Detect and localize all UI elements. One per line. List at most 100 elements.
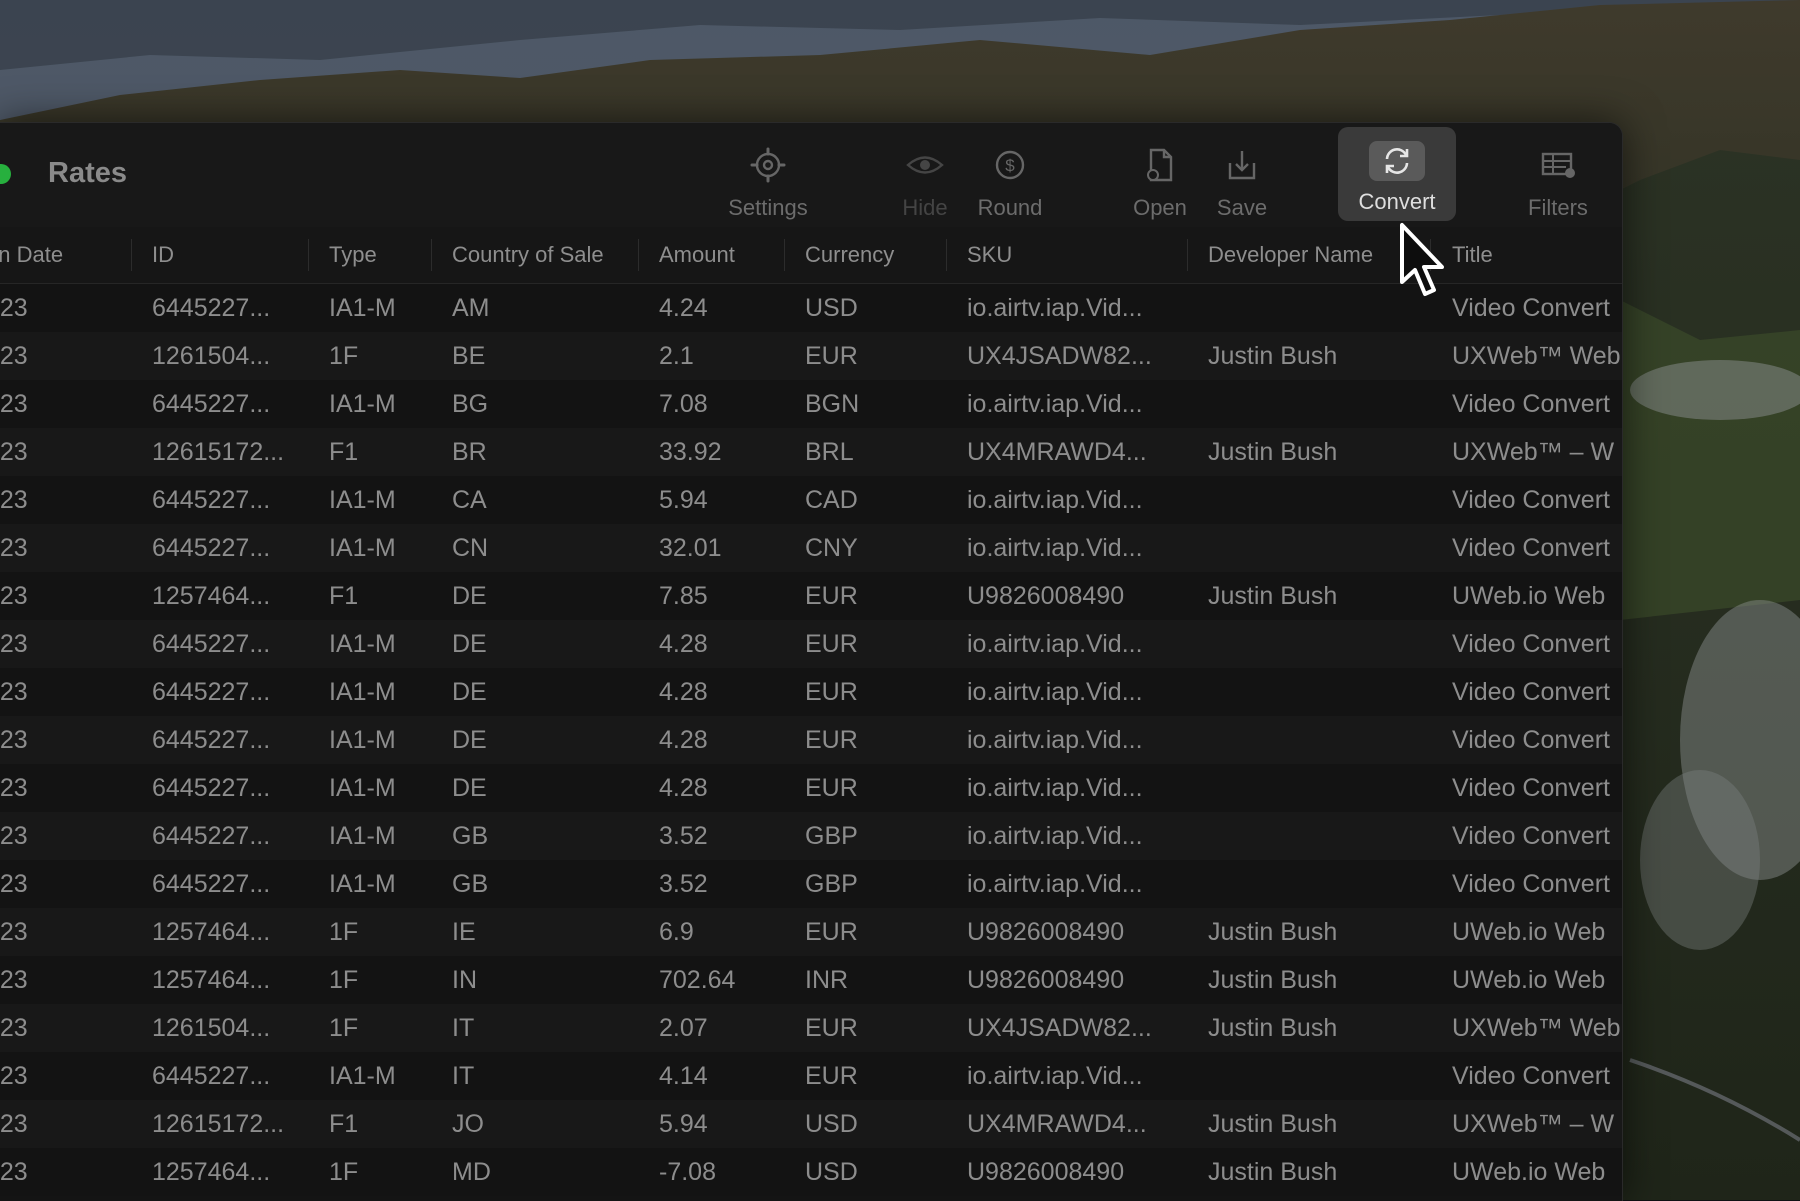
cell-type: IA1-M bbox=[329, 294, 396, 322]
cell-currency: EUR bbox=[805, 918, 858, 946]
cell-amount: 2.1 bbox=[659, 342, 694, 370]
cell-date: 023 bbox=[0, 1062, 28, 1090]
cell-country: AM bbox=[452, 294, 490, 322]
cell-id: 1257464... bbox=[152, 966, 271, 994]
cell-amount: 7.08 bbox=[659, 390, 708, 418]
table-row[interactable]: 023 1261504... 1F BE 2.1 EUR UX4JSADW82... Just… bbox=[0, 332, 1622, 380]
cell-title: Video Convert bbox=[1452, 774, 1610, 802]
open-button[interactable]: Open bbox=[1128, 127, 1192, 221]
cell-id: 6445227... bbox=[152, 630, 271, 658]
table-row[interactable]: 023 12615172... F1 BR 33.92 BRL UX4MRAWD4... Ju… bbox=[0, 428, 1622, 476]
cell-amount: 4.28 bbox=[659, 774, 708, 802]
cell-type: 1F bbox=[329, 342, 359, 370]
cell-amount: 3.52 bbox=[659, 870, 708, 898]
table-row[interactable]: 023 6445227... IA1-M GB 3.52 GBP io.airtv.iap.… bbox=[0, 812, 1622, 860]
cell-date: 023 bbox=[0, 630, 28, 658]
column-header-id[interactable]: ID bbox=[152, 227, 302, 283]
cell-type: IA1-M bbox=[329, 870, 396, 898]
cell-type: 1F bbox=[329, 1158, 359, 1186]
cell-id: 6445227... bbox=[152, 678, 271, 706]
table-row[interactable]: 023 6445227... IA1-M IT 4.14 EUR io.airtv.iap.… bbox=[0, 1052, 1622, 1100]
cell-currency: GBP bbox=[805, 822, 858, 850]
table-row[interactable]: 023 6445227... IA1-M GB 3.52 GBP io.airtv.iap.… bbox=[0, 860, 1622, 908]
cell-country: IE bbox=[452, 918, 476, 946]
column-divider[interactable] bbox=[308, 239, 309, 271]
column-divider[interactable] bbox=[431, 239, 432, 271]
column-header-title[interactable]: Title bbox=[1452, 227, 1622, 283]
cell-type: IA1-M bbox=[329, 534, 396, 562]
cell-date: 023 bbox=[0, 726, 28, 754]
cell-country: DE bbox=[452, 774, 487, 802]
table-row[interactable]: 023 6445227... IA1-M DE 4.28 EUR io.airtv.iap.… bbox=[0, 620, 1622, 668]
cell-id: 6445227... bbox=[152, 390, 271, 418]
column-divider[interactable] bbox=[946, 239, 947, 271]
cell-amount: 2.07 bbox=[659, 1014, 708, 1042]
cell-title: Video Convert bbox=[1452, 1062, 1610, 1090]
cell-amount: -7.08 bbox=[659, 1158, 716, 1186]
cell-title: UWeb.io Web bbox=[1452, 1158, 1606, 1186]
cell-currency: EUR bbox=[805, 630, 858, 658]
settings-button[interactable]: Settings bbox=[718, 127, 818, 221]
cell-currency: INR bbox=[805, 966, 849, 994]
cell-type: F1 bbox=[329, 1110, 359, 1138]
cell-type: IA1-M bbox=[329, 774, 396, 802]
toolbar: Rates Settings Hide $ Round Open Save Co… bbox=[0, 123, 1622, 228]
cell-developer-name bbox=[1208, 812, 1428, 860]
table-row[interactable]: 023 1257464... 1F IE 6.9 EUR U9826008490 Justin… bbox=[0, 908, 1622, 956]
column-header-amount[interactable]: Amount bbox=[659, 227, 789, 283]
table-row[interactable]: 023 12615172... F1 JO 5.94 USD UX4MRAWD4... Jus… bbox=[0, 1100, 1622, 1148]
table-row[interactable]: 023 6445227... IA1-M CN 32.01 CNY io.airtv.iap… bbox=[0, 524, 1622, 572]
cell-country: DE bbox=[452, 726, 487, 754]
cell-type: IA1-M bbox=[329, 390, 396, 418]
table-row[interactable]: 023 6445227... IA1-M CA 5.94 CAD io.airtv.iap.… bbox=[0, 476, 1622, 524]
column-header-type[interactable]: Type bbox=[329, 227, 429, 283]
table-row[interactable]: 023 1261504... 1F IT 2.07 EUR UX4JSADW82... Jus… bbox=[0, 1004, 1622, 1052]
cell-currency: USD bbox=[805, 1158, 858, 1186]
table-row[interactable]: 023 6445227... IA1-M DE 4.28 EUR io.airtv.iap.… bbox=[0, 716, 1622, 764]
column-divider[interactable] bbox=[131, 239, 132, 271]
cell-sku: U9826008490 bbox=[967, 918, 1125, 946]
cell-sku: U9826008490 bbox=[967, 582, 1125, 610]
cell-sku: U9826008490 bbox=[967, 966, 1125, 994]
cell-date: 023 bbox=[0, 1110, 28, 1138]
column-header-sku[interactable]: SKU bbox=[967, 227, 1187, 283]
column-divider[interactable] bbox=[784, 239, 785, 271]
table-row[interactable]: 023 6445227... IA1-M AM 4.24 USD io.airtv.iap.… bbox=[0, 284, 1622, 332]
eye-icon bbox=[906, 156, 944, 174]
column-header-currency[interactable]: Currency bbox=[805, 227, 945, 283]
table-row[interactable]: 023 1257464... 1F MD -7.08 USD U9826008490 Just… bbox=[0, 1148, 1622, 1196]
cell-country: DE bbox=[452, 678, 487, 706]
column-header-date[interactable]: on Date bbox=[0, 227, 96, 283]
filters-button[interactable]: Filters bbox=[1520, 127, 1596, 221]
cell-id: 6445227... bbox=[152, 822, 271, 850]
cell-amount: 33.92 bbox=[659, 438, 722, 466]
hide-label: Hide bbox=[902, 195, 948, 220]
cell-title: UXWeb™ Web bbox=[1452, 342, 1621, 370]
cell-sku: UX4MRAWD4... bbox=[967, 438, 1147, 466]
cell-country: DE bbox=[452, 630, 487, 658]
cell-developer-name bbox=[1208, 668, 1428, 716]
cell-date: 023 bbox=[0, 438, 28, 466]
zoom-window-button[interactable] bbox=[0, 164, 11, 184]
cell-sku: UX4MRAWD4... bbox=[967, 1110, 1147, 1138]
table-row[interactable]: 023 1257464... 1F IN 702.64 INR U9826008490 Jus… bbox=[0, 956, 1622, 1004]
save-button[interactable]: Save bbox=[1210, 127, 1274, 221]
convert-button[interactable]: Convert bbox=[1338, 127, 1456, 221]
cell-id: 1257464... bbox=[152, 1158, 271, 1186]
hide-button[interactable]: Hide bbox=[892, 127, 958, 221]
cell-type: IA1-M bbox=[329, 726, 396, 754]
convert-label: Convert bbox=[1358, 189, 1436, 214]
table-row[interactable]: 023 6445227... IA1-M DE 4.28 EUR io.airtv.iap.… bbox=[0, 764, 1622, 812]
column-header-developer-name[interactable]: Developer Name bbox=[1208, 227, 1428, 283]
column-divider[interactable] bbox=[1187, 239, 1188, 271]
round-button[interactable]: $ Round bbox=[972, 127, 1048, 221]
cell-developer-name: Justin Bush bbox=[1208, 1014, 1338, 1042]
table-row[interactable]: 023 6445227... IA1-M DE 4.28 EUR io.airtv.iap.… bbox=[0, 668, 1622, 716]
column-header-country[interactable]: Country of Sale bbox=[452, 227, 632, 283]
dollar-circle-icon: $ bbox=[995, 150, 1025, 180]
table-row[interactable]: 023 1257464... F1 DE 7.85 EUR U9826008490 Justi… bbox=[0, 572, 1622, 620]
table-row[interactable]: 023 6445227... IA1-M BG 7.08 BGN io.airtv.iap.… bbox=[0, 380, 1622, 428]
cell-id: 6445227... bbox=[152, 726, 271, 754]
column-divider[interactable] bbox=[638, 239, 639, 271]
cell-id: 6445227... bbox=[152, 534, 271, 562]
